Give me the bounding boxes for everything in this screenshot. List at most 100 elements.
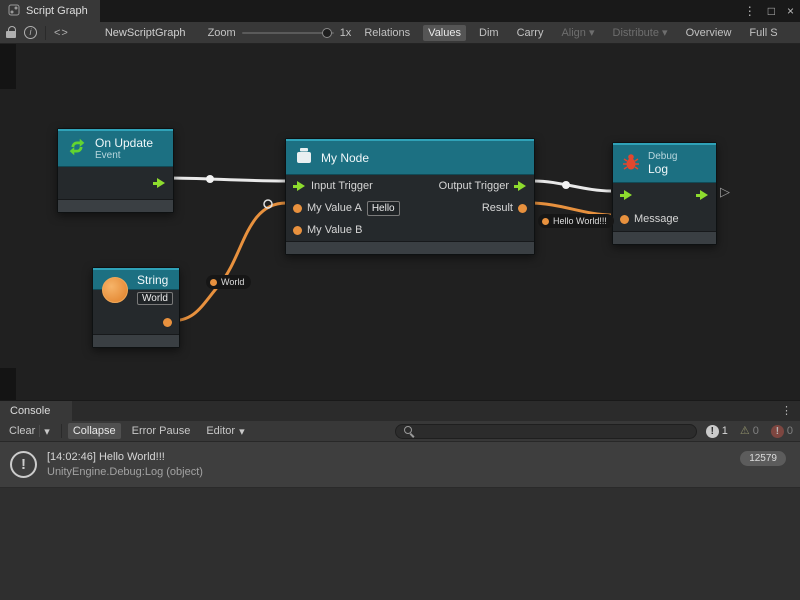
value-in-icon	[293, 204, 302, 213]
node-on-update[interactable]: On Update Event	[57, 128, 174, 213]
port-my-value-a[interactable]: My Value A Hello	[293, 201, 400, 216]
value-dot-icon	[542, 218, 549, 225]
port-output-trigger[interactable]: Output Trigger	[439, 180, 527, 192]
port-row: Input Trigger Output Trigger	[286, 175, 534, 197]
console-menu-icon[interactable]: ⋮	[781, 404, 792, 417]
node-footer	[58, 199, 173, 212]
error-icon: !	[771, 425, 784, 438]
log-count-toggle[interactable]: ! 1	[703, 425, 731, 438]
node-on-update-header[interactable]: On Update Event	[58, 129, 173, 167]
node-my-node-header[interactable]: My Node	[286, 139, 534, 175]
port-label: My Value B	[307, 224, 362, 236]
tab-title: Script Graph	[26, 5, 88, 17]
expand-arrow-icon[interactable]: ▷	[720, 184, 730, 200]
port-message[interactable]: Message	[620, 213, 679, 225]
port-row: My Value B	[286, 219, 534, 241]
wire-mynode-to-debug	[534, 181, 611, 191]
value-out-icon	[518, 204, 527, 213]
value-in-icon	[620, 215, 629, 224]
chevron-down-icon: ▾	[589, 27, 595, 39]
search-input[interactable]	[420, 425, 688, 437]
window-maximize-icon[interactable]: □	[768, 4, 775, 18]
canvas-edge-top	[0, 44, 16, 89]
values-button[interactable]: Values	[423, 25, 466, 41]
edit-source-icon[interactable]: <>	[54, 27, 69, 39]
port-row	[58, 167, 173, 199]
chevron-down-icon: ▾	[44, 425, 50, 438]
collapse-count-badge: 12579	[740, 451, 786, 466]
my-node-icon	[294, 146, 314, 169]
warning-icon: ⚠	[740, 425, 750, 438]
collapse-button[interactable]: Collapse	[68, 423, 121, 439]
graph-toolbar: i <> NewScriptGraph Zoom 1x Relations Va…	[0, 22, 800, 44]
zoom-label: Zoom	[208, 27, 236, 39]
wire-dot	[206, 175, 214, 183]
align-button: Align ▾	[556, 24, 599, 41]
tab-script-graph[interactable]: Script Graph	[0, 0, 100, 22]
node-category: Debug	[648, 151, 677, 162]
carry-button[interactable]: Carry	[512, 25, 549, 41]
distribute-button: Distribute ▾	[608, 24, 673, 41]
node-title: Log	[648, 162, 677, 176]
error-count-toggle[interactable]: ! 0	[768, 425, 796, 438]
zoom-slider-handle[interactable]	[322, 28, 332, 38]
log-icon: !	[706, 425, 719, 438]
info-icon[interactable]: i	[24, 26, 37, 39]
graph-name-label: NewScriptGraph	[105, 27, 186, 39]
value-a-field[interactable]: Hello	[367, 201, 400, 216]
port-row	[613, 183, 716, 207]
port-result[interactable]: Result	[482, 202, 527, 214]
editor-dropdown[interactable]: Editor ▾	[201, 423, 249, 440]
node-title: String	[137, 273, 168, 287]
node-debug-log[interactable]: Debug Log Message	[612, 142, 717, 245]
log-entry-message: [14:02:46] Hello World!!!	[47, 451, 203, 463]
node-footer	[286, 241, 534, 254]
log-entry[interactable]: ! [14:02:46] Hello World!!! UnityEngine.…	[0, 442, 800, 488]
port-trigger-out[interactable]	[153, 178, 166, 189]
zoom-slider[interactable]	[242, 32, 334, 34]
node-my-node[interactable]: My Node Input Trigger Output Trigger My …	[285, 138, 535, 255]
port-trigger-out[interactable]	[696, 190, 709, 201]
node-string[interactable]: String World	[92, 267, 180, 348]
fullscreen-button[interactable]: Full S	[744, 25, 782, 41]
window-tab-bar: Script Graph ⋮ □ ×	[0, 0, 800, 22]
port-trigger-in[interactable]	[620, 190, 633, 201]
port-my-value-b[interactable]: My Value B	[293, 224, 362, 236]
on-update-loop-icon	[66, 136, 88, 161]
overview-button[interactable]: Overview	[681, 25, 737, 41]
warning-count-toggle[interactable]: ⚠ 0	[737, 425, 762, 438]
port-value-out[interactable]	[163, 318, 172, 327]
wire-open-circle	[264, 200, 272, 208]
flow-in-icon	[293, 181, 306, 192]
lock-icon[interactable]	[6, 26, 16, 39]
unity-editor-window: Script Graph ⋮ □ × i <> NewScriptGraph Z…	[0, 0, 800, 600]
port-row: Message	[613, 207, 716, 231]
wire-onupdate-to-mynode	[167, 178, 286, 181]
window-controls: ⋮ □ ×	[744, 0, 794, 22]
zoom-control: Zoom 1x	[208, 27, 352, 39]
error-pause-button[interactable]: Error Pause	[127, 423, 196, 439]
wire-string-to-valuea	[170, 203, 286, 321]
string-value-field[interactable]: World	[137, 292, 173, 305]
console-log-list: ! [14:02:46] Hello World!!! UnityEngine.…	[0, 442, 800, 600]
chevron-down-icon: ▾	[662, 27, 668, 39]
clear-button[interactable]: Clear ▾	[4, 423, 55, 440]
tab-console[interactable]: Console	[0, 401, 72, 421]
toolbar-separator	[45, 26, 46, 40]
node-footer	[93, 334, 179, 347]
port-row: My Value A Hello Result	[286, 197, 534, 219]
console-search[interactable]	[395, 424, 697, 439]
toolbar-separator	[61, 424, 62, 438]
relations-button[interactable]: Relations	[359, 25, 415, 41]
canvas-edge-bottom	[0, 368, 16, 400]
dim-button[interactable]: Dim	[474, 25, 504, 41]
port-input-trigger[interactable]: Input Trigger	[293, 180, 373, 192]
flow-out-icon	[514, 181, 527, 192]
wire-dot	[562, 181, 570, 189]
window-menu-icon[interactable]: ⋮	[744, 4, 756, 18]
flow-out-icon	[696, 190, 709, 201]
window-close-icon[interactable]: ×	[787, 4, 794, 18]
node-debug-header[interactable]: Debug Log	[613, 143, 716, 183]
graph-canvas[interactable]: On Update Event String World	[0, 44, 800, 400]
chevron-down-icon: ▾	[239, 425, 245, 438]
